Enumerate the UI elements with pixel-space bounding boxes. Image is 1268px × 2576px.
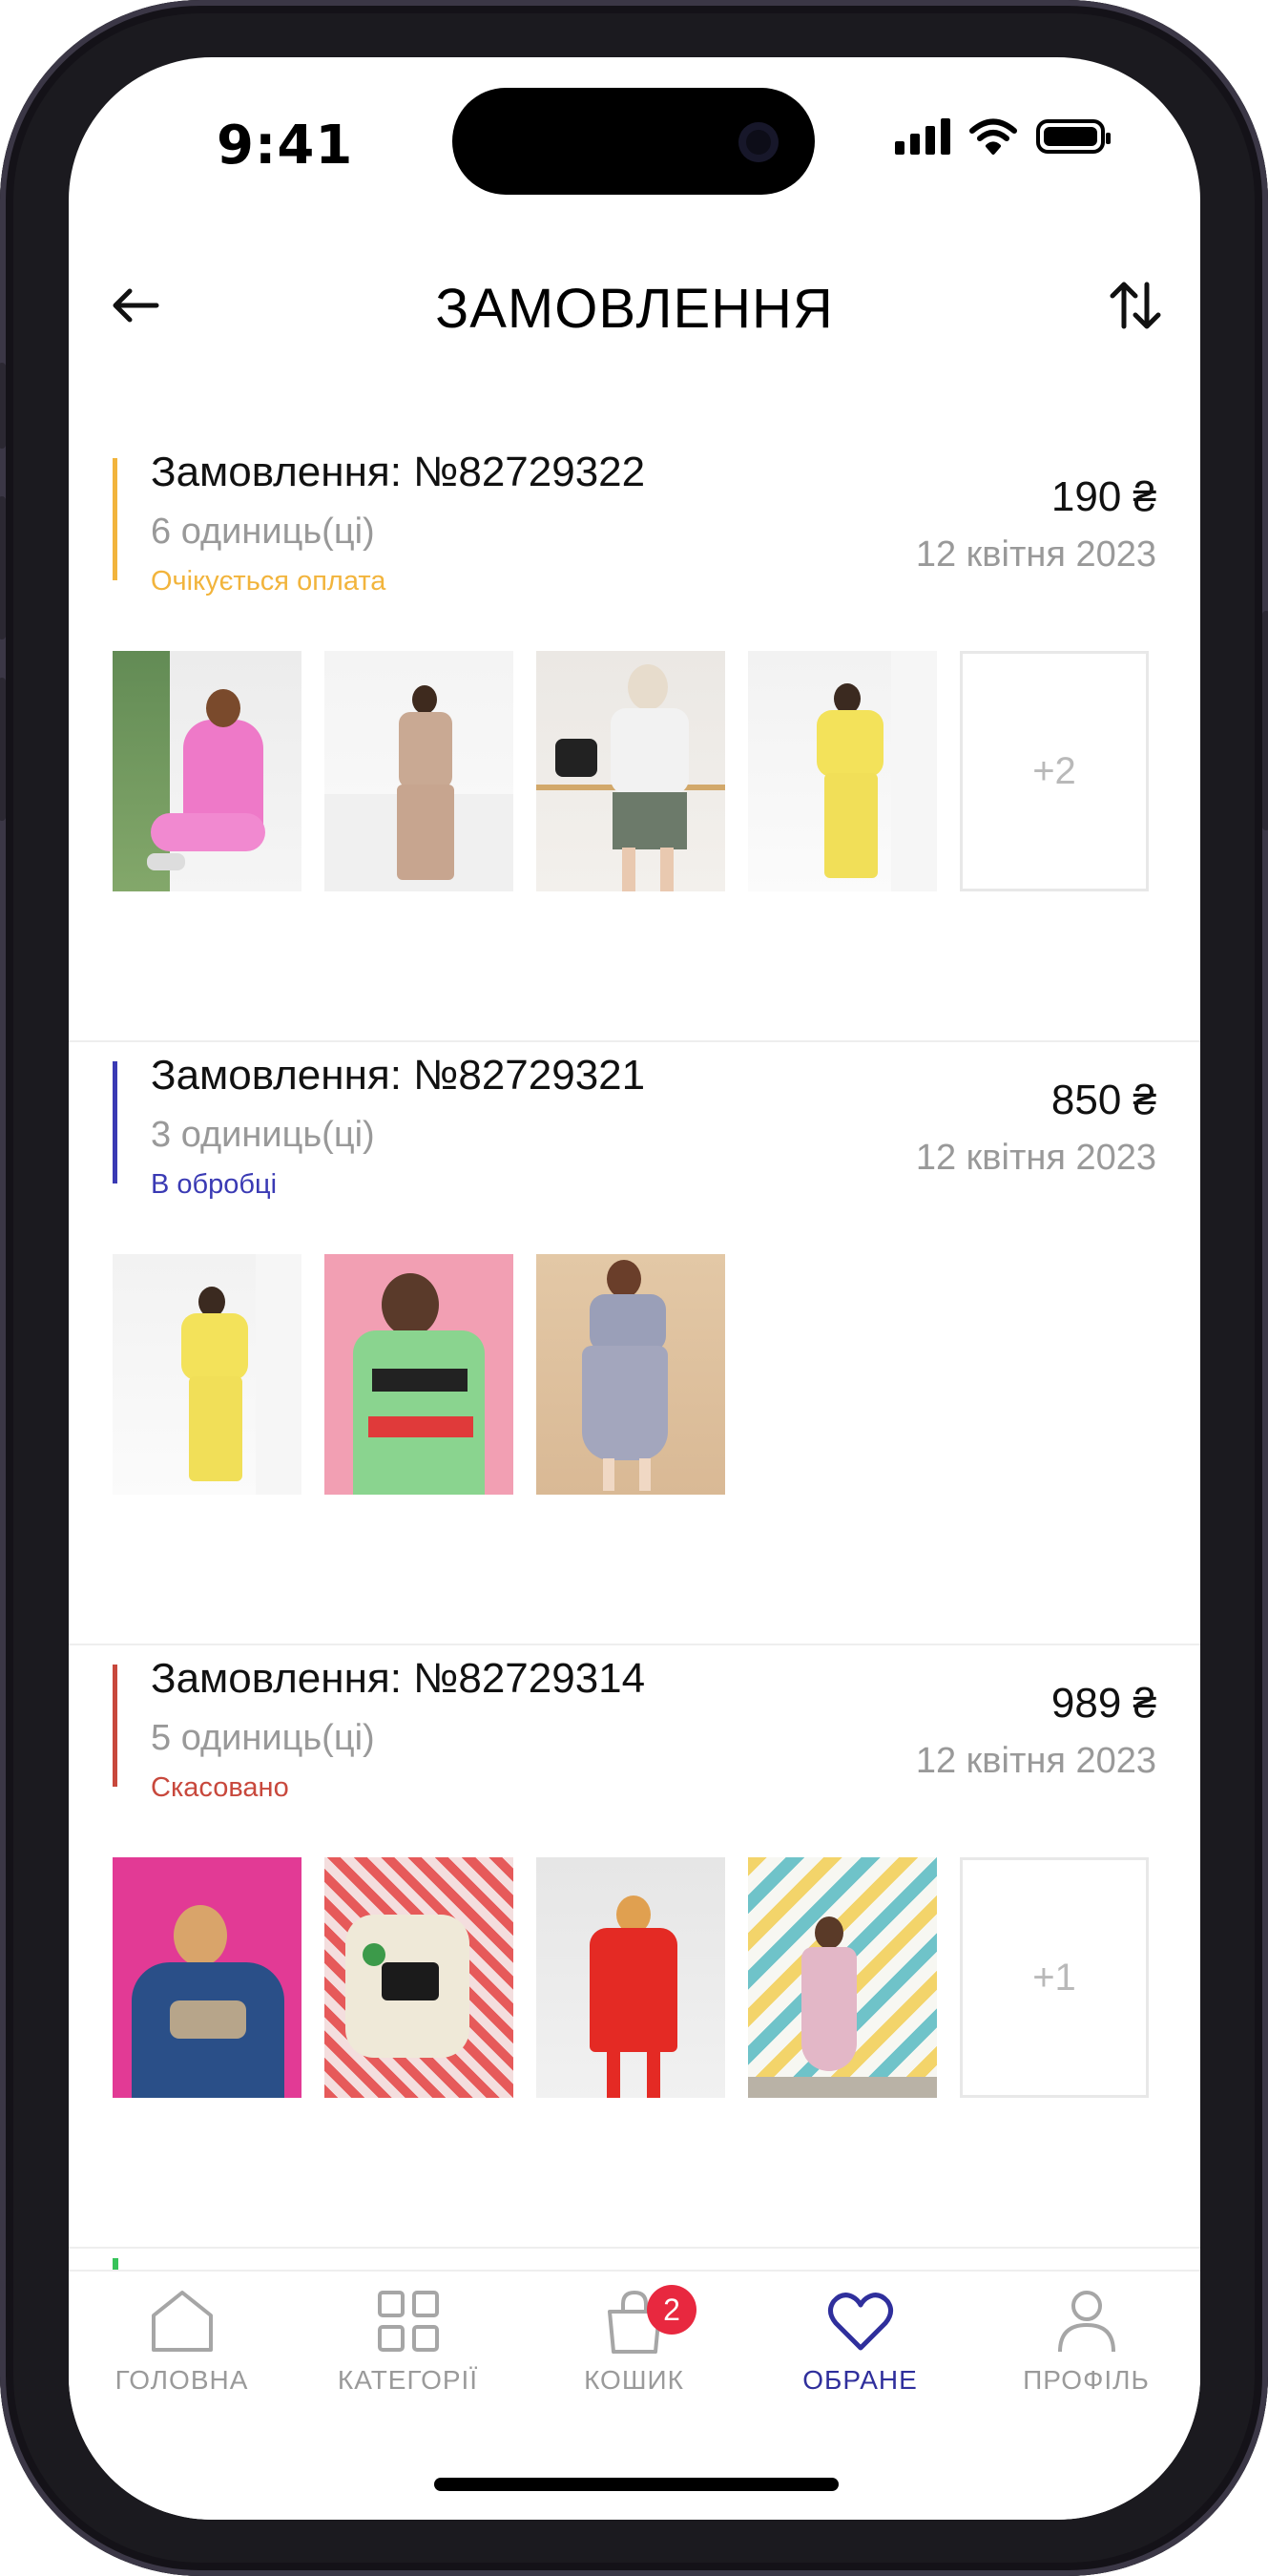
page-title: ЗАМОВЛЕННЯ [435,278,834,340]
power-button [1262,611,1268,830]
tab-label: ОБРАНЕ [802,2365,918,2395]
heart-icon [827,2293,893,2351]
order-info: Замовлення: №82729314 5 одиниць(ці) Скас… [113,1645,1156,1808]
product-thumbnail[interactable] [324,1857,513,2098]
cart-badge: 2 [647,2285,696,2335]
mute-switch [0,363,6,449]
more-items-count[interactable]: +2 [960,651,1149,891]
app-screen: 9:41 ЗАМОВЛЕННЯ Замовлення: №82729322 6 … [69,57,1200,2520]
status-icons [895,118,1111,155]
tab-cart[interactable]: 2 КОШИК [521,2285,747,2396]
order-date: 12 квітня 2023 [915,1138,1156,1178]
product-thumbnail[interactable] [113,1254,301,1495]
order-price: 850 ₴ [1050,1077,1156,1123]
status-time: 9:41 [217,115,354,177]
order-price: 989 ₴ [1050,1680,1156,1727]
status-accent-bar [113,1665,117,1787]
order-thumbnails [113,1254,725,1495]
order-info: Замовлення: №82729321 3 одиниць(ці) В об… [113,1042,1156,1204]
product-thumbnail[interactable] [536,651,725,891]
next-order-accent-bar [113,2258,118,2270]
order-price: 190 ₴ [1050,473,1156,520]
order-units: 3 одиниць(ці) [151,1115,375,1155]
tab-label: ГОЛОВНА [114,2365,249,2395]
order-title: Замовлення: №82729314 [151,1655,646,1702]
sort-icon[interactable] [1105,275,1166,336]
home-icon [151,2291,213,2352]
order-date: 12 квітня 2023 [915,1741,1156,1781]
order-card[interactable]: Замовлення: №82729314 5 одиниць(ці) Скас… [69,1645,1200,2249]
tab-home[interactable]: ГОЛОВНА [69,2287,295,2396]
order-title: Замовлення: №82729322 [151,449,646,495]
product-thumbnail[interactable] [748,1857,937,2098]
tab-categories[interactable]: КАТЕГОРІЇ [295,2287,521,2396]
product-thumbnail[interactable] [324,651,513,891]
tab-favorites[interactable]: ОБРАНЕ [747,2287,973,2396]
more-items-count[interactable]: +1 [960,1857,1149,2098]
product-thumbnail[interactable] [324,1254,513,1495]
status-accent-bar [113,458,117,580]
wifi-icon [969,118,1017,155]
camera-icon [738,122,779,162]
battery-icon [1036,119,1111,154]
order-thumbnails: +2 [113,651,1149,891]
tab-label: КАТЕГОРІЇ [337,2365,479,2395]
order-status: Очікується оплата [151,566,386,597]
product-thumbnail[interactable] [113,1857,301,2098]
tab-label: КОШИК [584,2365,684,2395]
order-title: Замовлення: №82729321 [151,1052,646,1099]
product-thumbnail[interactable] [536,1857,725,2098]
grid-icon [377,2291,439,2352]
cellular-signal-icon [895,118,950,155]
order-card[interactable]: Замовлення: №82729321 3 одиниць(ці) В об… [69,1042,1200,1645]
dynamic-island [452,88,815,195]
order-status: Скасовано [151,1772,289,1803]
orders-list: Замовлення: №82729322 6 одиниць(ці) Очік… [69,439,1200,2249]
order-card[interactable]: Замовлення: №82729322 6 одиниць(ці) Очік… [69,439,1200,1042]
volume-up-button [0,496,6,639]
status-accent-bar [113,1061,117,1183]
order-date: 12 квітня 2023 [915,534,1156,575]
home-indicator[interactable] [434,2478,839,2491]
product-thumbnail[interactable] [748,651,937,891]
app-header: ЗАМОВЛЕННЯ [69,248,1200,363]
user-icon [1057,2291,1115,2353]
order-units: 6 одиниць(ці) [151,512,375,552]
tab-profile[interactable]: ПРОФІЛЬ [973,2287,1199,2396]
product-thumbnail[interactable] [536,1254,725,1495]
tab-label: ПРОФІЛЬ [1023,2365,1150,2395]
volume-down-button [0,678,6,821]
order-info: Замовлення: №82729322 6 одиниць(ці) Очік… [113,439,1156,601]
order-thumbnails: +1 [113,1857,1149,2098]
order-units: 5 одиниць(ці) [151,1718,375,1758]
product-thumbnail[interactable] [113,651,301,891]
order-status: В обробці [151,1169,278,1200]
